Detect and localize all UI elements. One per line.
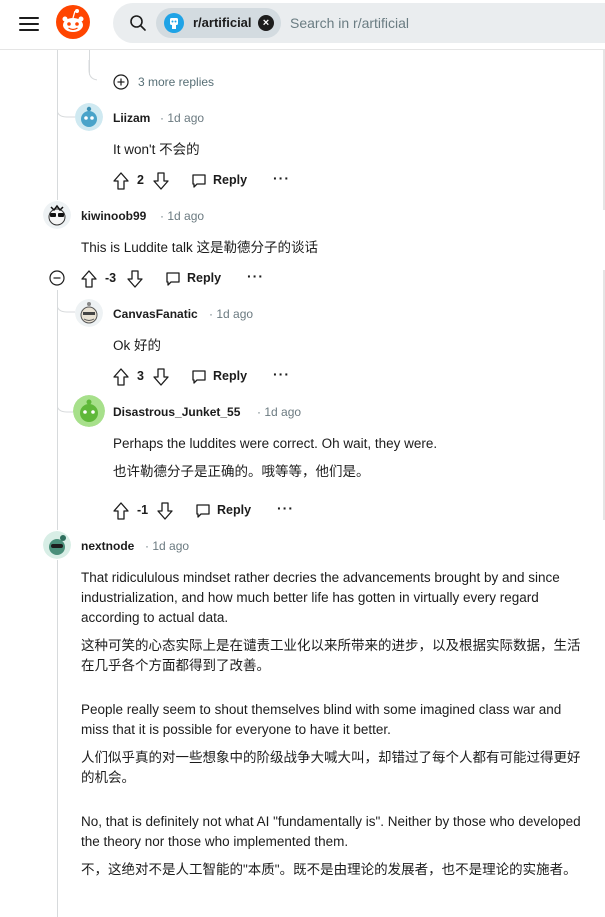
comment-timestamp: · 1d ago (160, 111, 205, 125)
comment-bubble-icon[interactable] (165, 271, 181, 287)
comment-body: People really seem to shout themselves b… (81, 702, 562, 737)
collapse-thread-icon[interactable] (49, 270, 65, 286)
search-icon (129, 14, 147, 32)
comment-body: This is Luddite talk 这是勒德分子的谈话 (81, 240, 319, 255)
comment-body: Perhaps the luddites were correct. Oh wa… (113, 436, 438, 451)
downvote-icon[interactable] (127, 270, 143, 288)
vote-score: -1 (137, 503, 149, 517)
comment-username[interactable]: Disastrous_Junket_55 (113, 405, 240, 419)
upvote-icon[interactable] (113, 172, 129, 190)
avatar[interactable] (43, 531, 71, 559)
upvote-icon[interactable] (113, 502, 129, 520)
reply-button[interactable]: Reply (213, 173, 247, 187)
reddit-logo-icon[interactable] (55, 4, 91, 40)
avatar[interactable] (75, 299, 103, 327)
more-options-icon[interactable]: ··· (277, 500, 294, 516)
comment-body-translation: 这种可笑的心态实际上是在谴责工业化以来所带来的进步，以及根据实际数据，生活在几乎… (81, 638, 581, 673)
comment-actions: 2 Reply ··· (113, 170, 313, 192)
comment-bubble-icon[interactable] (191, 173, 207, 189)
subreddit-chip-label: r/artificial (193, 15, 252, 30)
vote-score: 2 (137, 173, 144, 187)
reply-button[interactable]: Reply (217, 503, 251, 517)
subreddit-icon (164, 13, 184, 33)
search-input[interactable] (290, 3, 590, 43)
comment-body-translation: 也许勒德分子是正确的。哦等等，他们是。 (113, 464, 370, 479)
vote-score: 3 (137, 369, 144, 383)
upvote-icon[interactable] (81, 270, 97, 288)
comment-body: That ridicululous mindset rather decries… (81, 570, 560, 625)
hamburger-menu-icon[interactable] (14, 9, 44, 39)
more-replies-label: 3 more replies (138, 75, 215, 89)
thread-curve (57, 290, 75, 313)
reply-button[interactable]: Reply (213, 369, 247, 383)
comment-username[interactable]: CanvasFanatic (113, 307, 198, 321)
comment-timestamp: · 1d ago (257, 405, 302, 419)
thread-line (57, 560, 58, 917)
comment-body: Ok 好的 (113, 338, 162, 353)
comment-bubble-icon[interactable] (191, 369, 207, 385)
comment-username[interactable]: kiwinoob99 (81, 209, 146, 223)
comment-bubble-icon[interactable] (195, 503, 211, 519)
subreddit-filter-chip[interactable]: r/artificial × (156, 8, 281, 38)
comment-username[interactable]: nextnode (81, 539, 134, 553)
search-bar[interactable]: r/artificial × (113, 3, 605, 43)
thread-curve (88, 60, 97, 81)
comment-timestamp: · 1d ago (209, 307, 254, 321)
comment-actions: -3 Reply ··· (81, 268, 281, 290)
comment-body-translation: 不，这绝对不是人工智能的"本质"。既不是由理论的发展者，也不是理论的实施者。 (81, 862, 577, 877)
reply-button[interactable]: Reply (187, 271, 221, 285)
comment-username[interactable]: Liizam (113, 111, 150, 125)
avatar[interactable] (75, 103, 103, 131)
avatar[interactable] (73, 395, 105, 427)
more-options-icon[interactable]: ··· (247, 268, 264, 284)
downvote-icon[interactable] (157, 502, 173, 520)
comment-body: No, that is definitely not what AI "fund… (81, 814, 581, 849)
comment-actions: -1 Reply ··· (113, 500, 313, 522)
vote-score: -3 (105, 271, 117, 285)
avatar[interactable] (43, 201, 71, 229)
comment-actions: 3 Reply ··· (113, 366, 313, 388)
close-icon[interactable]: × (258, 15, 274, 31)
comment-body: It won't 不会的 (113, 142, 200, 157)
comment-body-translation: 人们似乎真的对一些想象中的阶级战争大喊大叫，却错过了每个人都有可能过得更好的机会… (81, 750, 581, 785)
upvote-icon[interactable] (113, 368, 129, 386)
comment-timestamp: · 1d ago (145, 539, 190, 553)
plus-circle-icon (113, 74, 129, 90)
downvote-icon[interactable] (153, 172, 169, 190)
comment-timestamp: · 1d ago (160, 209, 205, 223)
more-options-icon[interactable]: ··· (273, 170, 290, 186)
more-options-icon[interactable]: ··· (273, 366, 290, 382)
downvote-icon[interactable] (153, 368, 169, 386)
thread-curve (57, 95, 75, 118)
top-bar: r/artificial × (0, 0, 605, 50)
